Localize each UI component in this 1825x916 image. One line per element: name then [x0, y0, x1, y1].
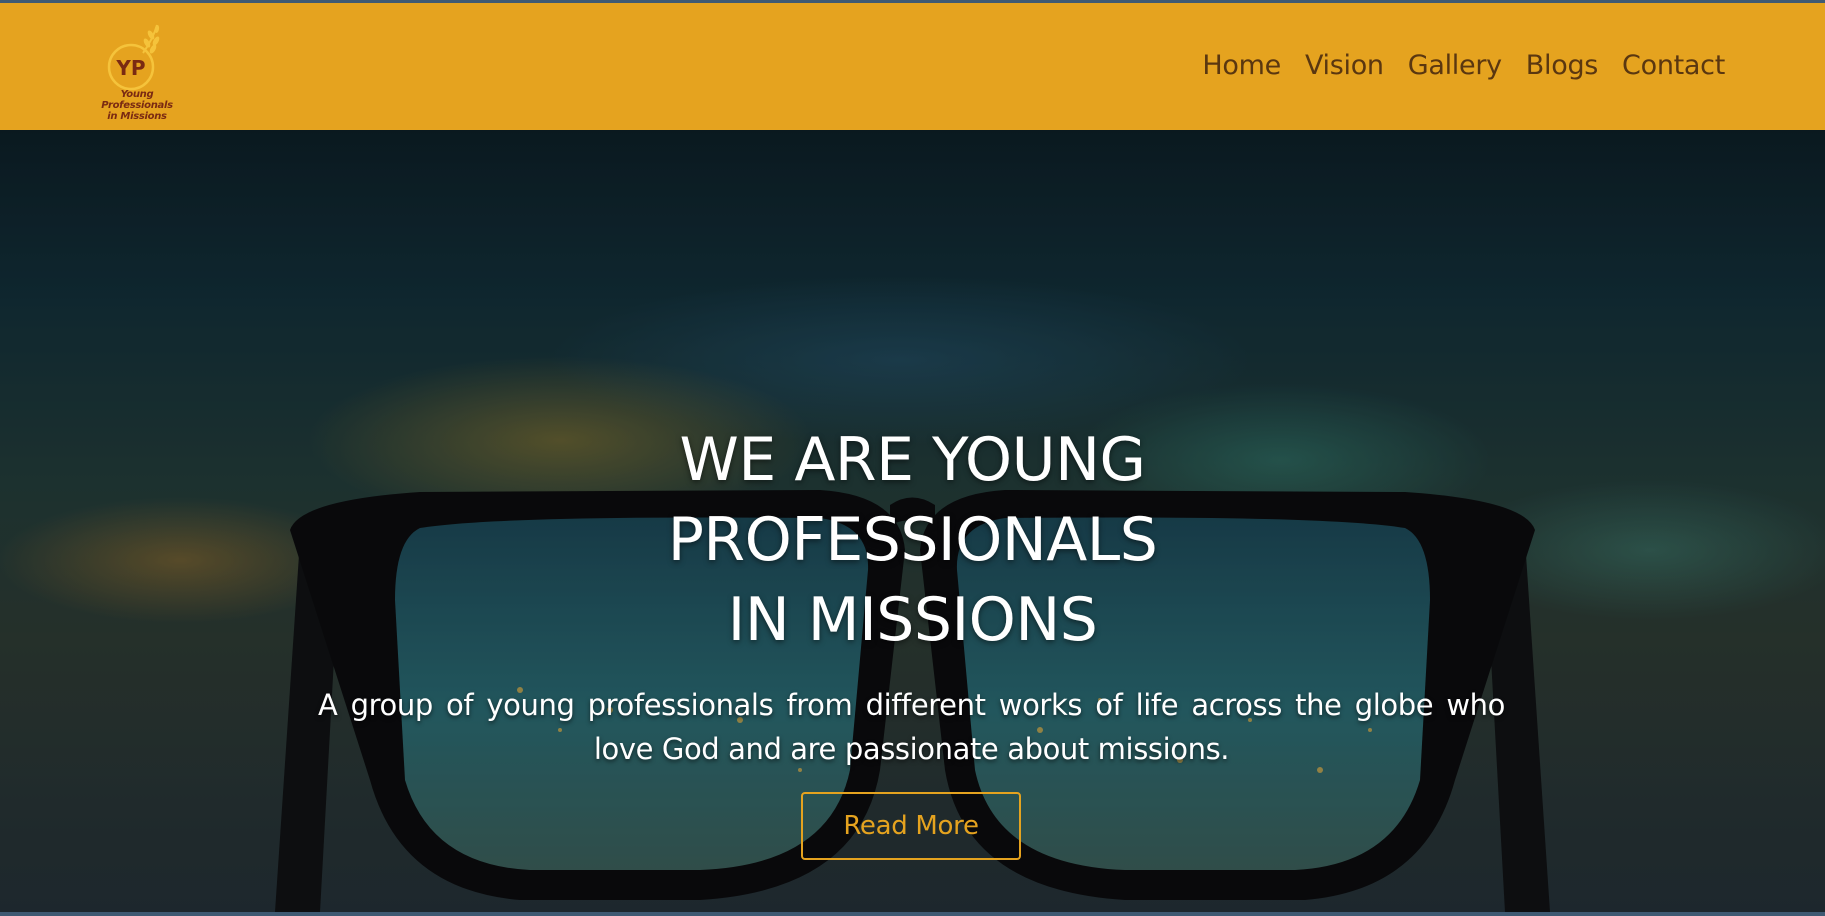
hero-title-line1: WE ARE YOUNG	[679, 425, 1146, 495]
hero-title-line2: PROFESSIONALS	[667, 505, 1158, 575]
site-logo[interactable]: YP Young Professionals in Missions	[87, 21, 187, 122]
logo-name-line2: in Missions	[107, 111, 167, 122]
nav-blogs[interactable]: Blogs	[1526, 50, 1599, 81]
logo-name-line1: Young Professionals	[101, 89, 173, 111]
hero-section: WE ARE YOUNG PROFESSIONALS IN MISSIONS A…	[0, 130, 1825, 912]
nav-vision[interactable]: Vision	[1305, 50, 1384, 81]
nav-home[interactable]: Home	[1202, 50, 1281, 81]
nav-gallery[interactable]: Gallery	[1408, 50, 1502, 81]
main-nav: Home Vision Gallery Blogs Contact	[1202, 50, 1725, 81]
read-more-button[interactable]: Read More	[801, 792, 1021, 860]
hero-description: A group of young professionals from diff…	[318, 688, 1505, 766]
logo-monogram: YP	[115, 56, 145, 80]
logo-text: Young Professionals in Missions	[87, 89, 187, 122]
logo-emblem-icon: YP	[107, 24, 160, 91]
nav-contact[interactable]: Contact	[1622, 50, 1725, 81]
page-bottom-edge	[0, 912, 1825, 916]
hero-title: WE ARE YOUNG PROFESSIONALS IN MISSIONS	[0, 420, 1825, 660]
hero-title-line3: IN MISSIONS	[727, 585, 1098, 655]
site-header: YP Young Professionals in Missions Home …	[0, 3, 1825, 130]
